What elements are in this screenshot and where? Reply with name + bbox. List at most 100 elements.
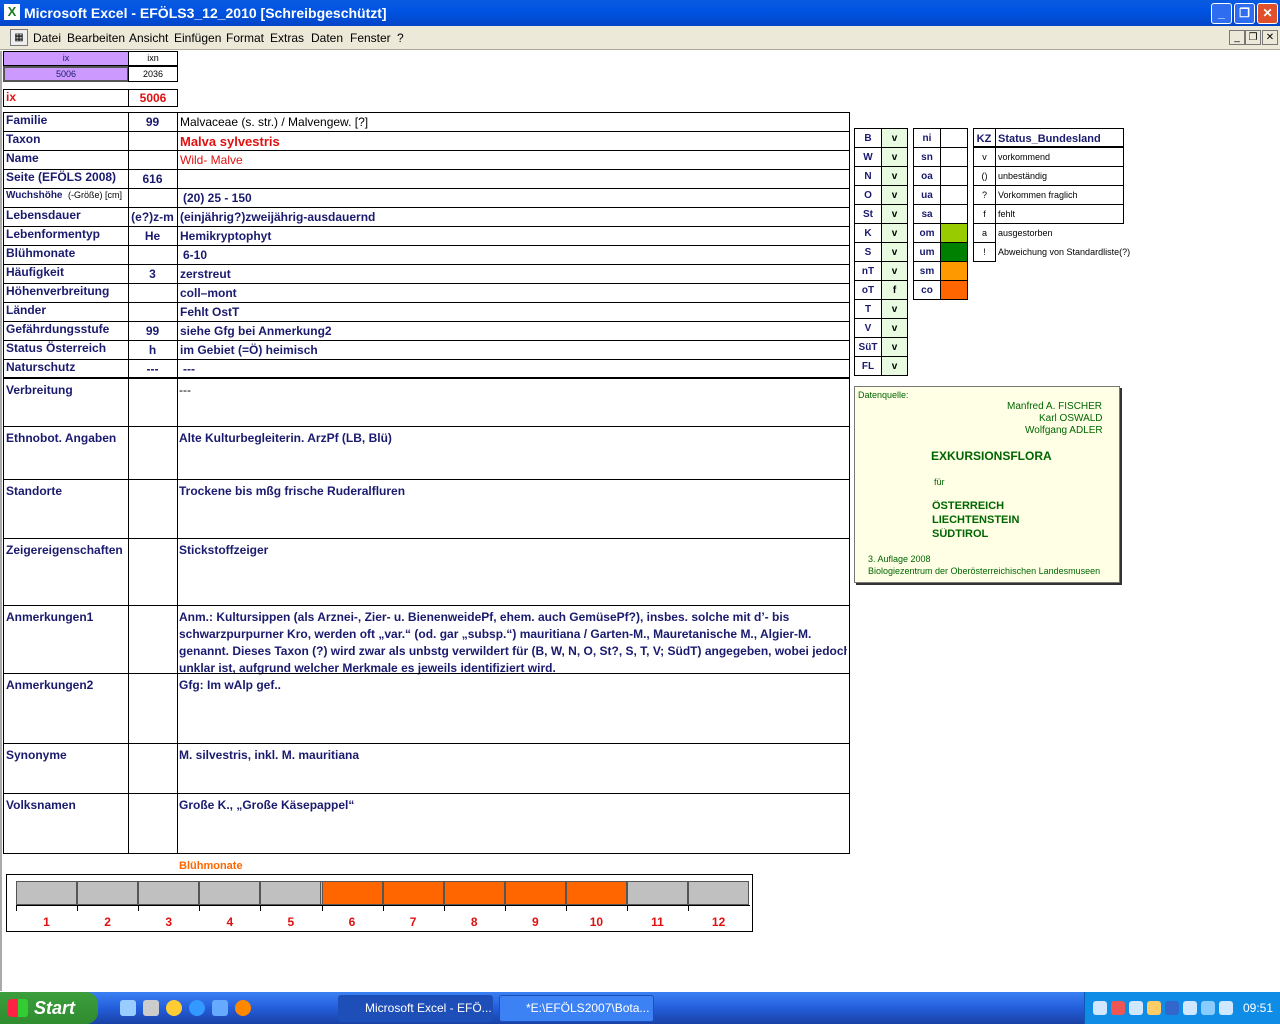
- bloom-month-label: 6: [348, 915, 356, 929]
- field-value[interactable]: zerstreut: [180, 267, 848, 281]
- menu-format[interactable]: Format: [226, 31, 264, 45]
- notes-text[interactable]: genannt. Dieses Taxon (?) wird zwar als …: [179, 644, 847, 658]
- field-value[interactable]: coll–mont: [180, 286, 848, 300]
- tray-security-icon[interactable]: [1111, 1001, 1125, 1015]
- row-separator: [3, 245, 850, 246]
- notes-text[interactable]: Anm.: Kultursippen (als Arznei-, Zier- u…: [179, 610, 847, 624]
- legend-kz: ?: [981, 190, 987, 200]
- field-value[interactable]: (einjährig?)zweijährig-ausdauernd: [180, 210, 848, 224]
- legend-kz: !: [983, 247, 986, 257]
- bloom-month-bar: [443, 881, 505, 905]
- field-label: Taxon: [6, 132, 41, 146]
- row-separator: [3, 283, 850, 284]
- field-code[interactable]: h: [128, 343, 177, 357]
- bloom-month-bar: [504, 881, 566, 905]
- zone-code: co: [921, 285, 933, 296]
- field-value[interactable]: Wild- Malve: [180, 153, 848, 167]
- zone-color-cell[interactable]: [940, 147, 968, 167]
- notes-text[interactable]: Stickstoffzeiger: [179, 543, 847, 557]
- task-explorer-label: *E:\EFÖLS2007\Bota...: [526, 1001, 650, 1015]
- zone-color-cell[interactable]: [940, 242, 968, 262]
- menu-fenster[interactable]: Fenster: [350, 31, 391, 45]
- notes-text[interactable]: M. silvestris, inkl. M. mauritiana: [179, 748, 847, 762]
- notes-text[interactable]: Trockene bis mßg frische Ruderalfluren: [179, 484, 847, 498]
- zone-color-cell[interactable]: [940, 128, 968, 148]
- source-author-3: Wolfgang ADLER: [1025, 425, 1103, 436]
- quicklaunch-desktop-icon[interactable]: [120, 1000, 136, 1016]
- field-value[interactable]: Malva sylvestris: [180, 134, 848, 149]
- notes-text[interactable]: schwarzpurpurner Kro, werden oft „var.“ …: [179, 627, 847, 641]
- state-value: v: [891, 209, 898, 220]
- field-code[interactable]: (e?)z-m: [128, 210, 177, 224]
- field-value[interactable]: Malvaceae (s. str.) / Malvengew. [?]: [180, 115, 848, 129]
- minimize-button[interactable]: _: [1211, 3, 1232, 24]
- notes-text[interactable]: Gfg: Im wAlp gef..: [179, 678, 847, 692]
- start-button[interactable]: Start: [0, 992, 98, 1024]
- menu-daten[interactable]: Daten: [311, 31, 343, 45]
- tray-antivirus-icon[interactable]: [1165, 1001, 1179, 1015]
- task-explorer[interactable]: *E:\EFÖLS2007\Bota...: [499, 995, 654, 1022]
- quicklaunch-media-icon[interactable]: [166, 1000, 182, 1016]
- worksheet[interactable]: ix ixn 5006 2036 ix 5006 Familie 99 Malvac…: [0, 51, 1280, 991]
- field-code[interactable]: ---: [128, 362, 177, 376]
- field-code[interactable]: He: [128, 229, 177, 243]
- field-value[interactable]: ---: [183, 362, 851, 376]
- field-label-sub: (-Größe) [cm]: [68, 190, 122, 200]
- tray-network-icon[interactable]: [1093, 1001, 1107, 1015]
- state-value: v: [891, 171, 898, 182]
- field-code[interactable]: 99: [128, 324, 177, 338]
- tray-shield-icon[interactable]: [1147, 1001, 1161, 1015]
- field-code[interactable]: 3: [128, 267, 177, 281]
- state-code: T: [864, 304, 872, 315]
- menu-extras[interactable]: Extras: [270, 31, 304, 45]
- tray-update-icon[interactable]: [1219, 1001, 1233, 1015]
- zone-color-cell[interactable]: [940, 185, 968, 205]
- field-value[interactable]: 6-10: [183, 248, 851, 262]
- zone-color-cell[interactable]: [940, 223, 968, 243]
- bloom-month-label: 1: [43, 915, 50, 929]
- tray-info-icon[interactable]: [1201, 1001, 1215, 1015]
- field-value[interactable]: (20) 25 - 150: [183, 191, 851, 205]
- menu-datei[interactable]: Datei: [33, 31, 61, 45]
- field-value[interactable]: Fehlt OstT: [180, 305, 848, 319]
- field-value[interactable]: siehe Gfg bei Anmerkung2: [180, 324, 848, 338]
- field-value[interactable]: im Gebiet (=Ö) heimisch: [180, 343, 848, 357]
- field-code[interactable]: 616: [128, 172, 177, 186]
- zone-color-cell[interactable]: [940, 280, 968, 300]
- notes-text[interactable]: ---: [179, 383, 847, 397]
- workbook-restore-button[interactable]: ❐: [1245, 30, 1261, 45]
- tray-volume-icon[interactable]: [1183, 1001, 1197, 1015]
- row-separator: [3, 188, 850, 189]
- quicklaunch-ie-icon[interactable]: [189, 1000, 205, 1016]
- menu-bearbeiten[interactable]: Bearbeiten: [67, 31, 125, 45]
- quicklaunch-explorer-icon[interactable]: [143, 1000, 159, 1016]
- workbook-icon[interactable]: ▦: [10, 29, 28, 46]
- workbook-close-button[interactable]: ✕: [1262, 30, 1278, 45]
- zone-color-cell[interactable]: [940, 261, 968, 281]
- notes-text[interactable]: Große K., „Große Käsepappel“: [179, 798, 847, 812]
- task-excel[interactable]: Microsoft Excel - EFÖ...: [338, 995, 493, 1022]
- field-label: Seite (EFÖLS 2008): [6, 170, 117, 184]
- workbook-minimize-button[interactable]: _: [1229, 30, 1245, 45]
- menu-help[interactable]: ?: [397, 31, 404, 45]
- tray-search-icon[interactable]: [1129, 1001, 1143, 1015]
- zone-color-cell[interactable]: [940, 166, 968, 186]
- state-value: f: [892, 285, 897, 296]
- quicklaunch-outlook-icon[interactable]: [212, 1000, 228, 1016]
- field-value[interactable]: Hemikryptophyt: [180, 229, 848, 243]
- quicklaunch-firefox-icon[interactable]: [235, 1000, 251, 1016]
- field-code[interactable]: 99: [128, 115, 177, 129]
- menu-einfuegen[interactable]: Einfügen: [174, 31, 221, 45]
- notes-text[interactable]: Alte Kulturbegleiterin. ArzPf (LB, Blü): [179, 431, 847, 445]
- close-button[interactable]: ✕: [1257, 3, 1278, 24]
- bloom-month-bar: [16, 881, 77, 905]
- zone-code: ua: [921, 190, 933, 201]
- field-label: Naturschutz: [6, 360, 76, 374]
- field-label: Länder: [6, 303, 47, 317]
- zone-color-cell[interactable]: [940, 204, 968, 224]
- legend-text: ausgestorben: [998, 228, 1053, 238]
- menu-ansicht[interactable]: Ansicht: [129, 31, 168, 45]
- ix-label: ix: [6, 90, 17, 104]
- restore-button[interactable]: ❐: [1234, 3, 1255, 24]
- state-code: S: [864, 247, 872, 258]
